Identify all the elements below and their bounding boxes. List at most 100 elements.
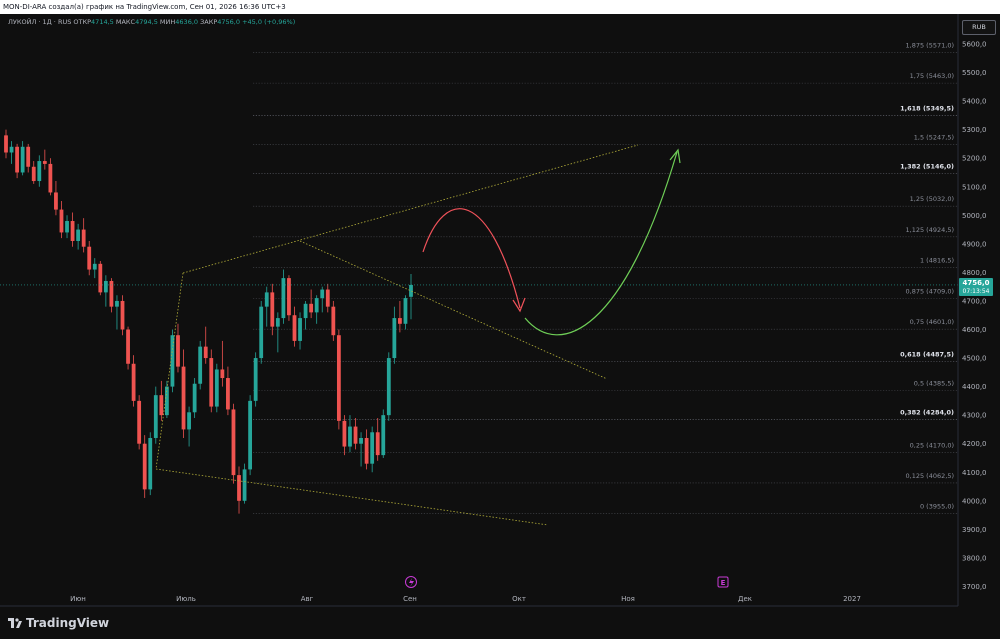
candle-body bbox=[359, 437, 363, 444]
candle-body bbox=[303, 303, 308, 319]
candle-body bbox=[375, 432, 380, 456]
candle-body bbox=[42, 161, 47, 164]
candle-body bbox=[381, 415, 386, 456]
lightning-icon bbox=[409, 578, 414, 587]
candle-body bbox=[348, 426, 352, 447]
close-value: 4756,0 bbox=[217, 18, 241, 26]
candle-body bbox=[115, 300, 119, 307]
candle-body bbox=[70, 221, 75, 241]
candle-body bbox=[370, 432, 375, 464]
close-label: ЗАКР bbox=[200, 18, 218, 26]
candle-body bbox=[309, 303, 314, 313]
candle-body bbox=[142, 443, 147, 490]
candle-body bbox=[103, 280, 108, 293]
price-tick-label: 5100,0 bbox=[962, 183, 987, 191]
candle-body bbox=[203, 346, 208, 359]
candle-body bbox=[92, 263, 97, 270]
open-label: ОТКР bbox=[73, 18, 92, 26]
price-tick-label: 4600,0 bbox=[962, 326, 987, 334]
candle-body bbox=[187, 412, 191, 430]
last-price-value: 4756,0 bbox=[962, 279, 989, 287]
time-tick-label: Окт bbox=[512, 595, 526, 603]
tradingview-logo-icon bbox=[8, 618, 22, 628]
candle-body bbox=[198, 346, 203, 384]
candle-body bbox=[231, 409, 236, 476]
candle-body bbox=[264, 292, 269, 307]
attribution-bar: MON-DI-ARA создал(а) график на TradingVi… bbox=[0, 0, 1000, 14]
candle-body bbox=[281, 278, 286, 319]
symbol-legend: ЛУКОЙЛ · 1Д · RUS ОТКР4714,5 МАКС4794,5 … bbox=[8, 18, 295, 26]
price-tick-label: 5500,0 bbox=[962, 69, 987, 77]
fib-level-label: 1,125 (4924,5) bbox=[906, 226, 955, 234]
candle-body bbox=[336, 335, 341, 421]
candle-body bbox=[98, 263, 103, 293]
candle-body bbox=[403, 298, 408, 324]
candle-body bbox=[292, 315, 297, 341]
candle-body bbox=[65, 221, 69, 233]
time-axis: Июн Июль Авг Сен Окт Ноя Дек 2027 E bbox=[0, 576, 958, 607]
forecast-arrow-down bbox=[422, 208, 521, 309]
price-tick-label: 4000,0 bbox=[962, 497, 987, 505]
candle-body bbox=[237, 475, 241, 501]
fib-level-label: 0,5 (4385,5) bbox=[914, 380, 954, 388]
fib-level-label: 0,382 (4284,0) bbox=[900, 409, 954, 417]
high-label: МАКС bbox=[115, 18, 136, 26]
candle-body bbox=[298, 318, 302, 341]
candle-body bbox=[120, 300, 125, 330]
candle-body bbox=[353, 426, 358, 444]
logo-text: TradingView bbox=[26, 616, 110, 630]
candle-body bbox=[220, 369, 225, 379]
price-chart[interactable]: 0 (3955,0) 0,125 (4062,5) 0,25 (4170,0) 0,3… bbox=[0, 14, 1000, 639]
time-tick-label: Июль bbox=[176, 595, 196, 603]
candle-body bbox=[192, 383, 197, 413]
time-tick-label: Июн bbox=[70, 595, 86, 603]
price-tick-label: 4200,0 bbox=[962, 440, 987, 448]
time-tick-label: Дек bbox=[738, 595, 752, 603]
time-tick-label: Сен bbox=[403, 595, 417, 603]
price-tick-label: 5200,0 bbox=[962, 155, 987, 163]
candle-body bbox=[159, 395, 164, 416]
candle-body bbox=[214, 369, 219, 407]
candle-body bbox=[331, 306, 336, 336]
candle-body bbox=[81, 229, 86, 247]
candle-body bbox=[26, 146, 31, 167]
candle-body bbox=[37, 161, 42, 182]
price-tick-label: 4300,0 bbox=[962, 412, 987, 420]
candle-body bbox=[87, 246, 92, 270]
price-tick-label: 4700,0 bbox=[962, 297, 987, 305]
time-tick-label: Авг bbox=[301, 595, 314, 603]
price-tick-label: 5000,0 bbox=[962, 212, 987, 220]
lower-channel-line bbox=[155, 468, 549, 526]
candle-body bbox=[259, 306, 264, 359]
candle-body bbox=[15, 146, 19, 173]
fib-level-label: 0,25 (4170,0) bbox=[910, 441, 954, 449]
open-value: 4714,5 bbox=[91, 18, 114, 26]
candle-body bbox=[153, 395, 158, 438]
fib-level-label: 0 (3955,0) bbox=[920, 503, 954, 511]
currency-button[interactable]: RUB bbox=[962, 20, 996, 35]
fib-level-label: 1,5 (5247,5) bbox=[914, 134, 954, 142]
tradingview-logo[interactable]: TradingView bbox=[8, 616, 109, 630]
chart-frame[interactable]: 0 (3955,0) 0,125 (4062,5) 0,25 (4170,0) 0,3… bbox=[0, 14, 1000, 639]
countdown-value: 07:13:54 bbox=[963, 288, 990, 295]
candle-body bbox=[253, 358, 258, 401]
high-value: 4794,5 bbox=[135, 18, 158, 26]
price-tick-label: 3800,0 bbox=[962, 554, 987, 562]
candle-body bbox=[248, 400, 253, 470]
candle-body bbox=[137, 400, 142, 444]
descending-trendline bbox=[299, 240, 608, 380]
candle-body bbox=[314, 298, 319, 313]
price-tick-label: 5400,0 bbox=[962, 98, 987, 106]
candle-body bbox=[409, 284, 413, 297]
price-tick-label: 4100,0 bbox=[962, 469, 987, 477]
candle-body bbox=[320, 289, 325, 299]
upper-channel-line bbox=[182, 144, 639, 274]
candle-body bbox=[126, 329, 130, 364]
fib-level-label: 1,875 (5571,0) bbox=[906, 41, 955, 49]
channel-left-edge bbox=[155, 272, 184, 470]
fib-level-label: 1,382 (5146,0) bbox=[900, 163, 954, 171]
change-value: +45,0 (+0,96%) bbox=[242, 18, 296, 26]
price-axis: 5600,0 5500,0 5400,0 5300,0 5200,0 5100,0 5000… bbox=[957, 14, 993, 620]
candle-body bbox=[59, 209, 64, 233]
candle-body bbox=[209, 358, 214, 407]
